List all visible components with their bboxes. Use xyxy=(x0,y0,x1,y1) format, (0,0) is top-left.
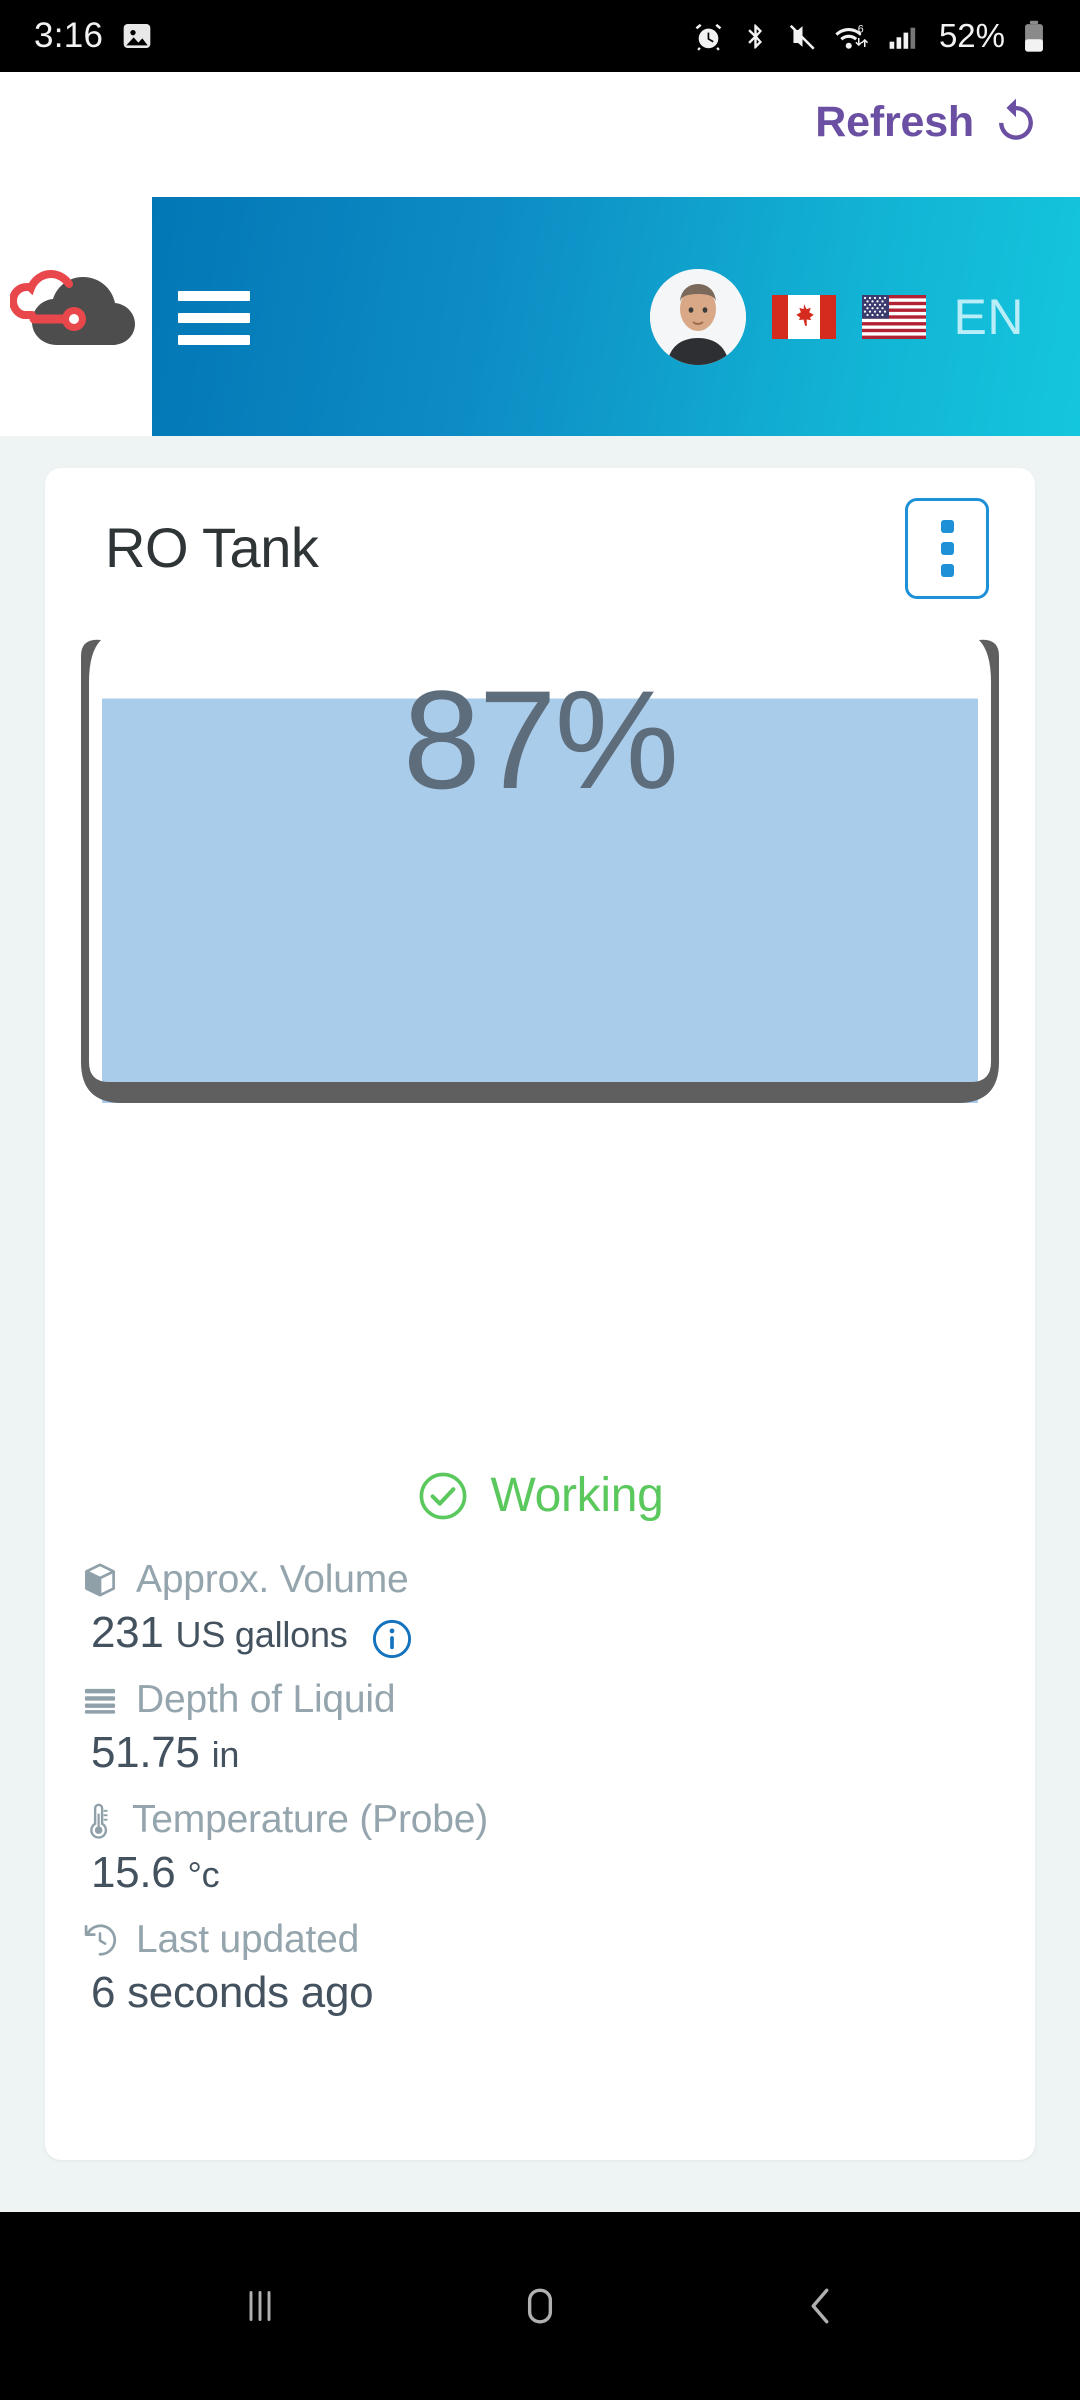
check-circle-icon xyxy=(420,1472,467,1519)
tank-card: RO Tank 87% Working Approx. Volume 231 U… xyxy=(45,468,1035,2160)
cloud-logo xyxy=(10,269,135,345)
metric-label: Last updated xyxy=(136,1918,360,1961)
metric-label: Depth of Liquid xyxy=(136,1678,396,1721)
tank-level-gauge xyxy=(81,639,999,1103)
android-status-bar: 3:16 6 52% xyxy=(0,0,1080,72)
page-title: RO Tank xyxy=(105,516,319,579)
status-bar-clock: 3:16 xyxy=(34,16,104,55)
battery-icon xyxy=(1025,20,1043,52)
metric-value: 6 seconds ago xyxy=(91,1968,374,2017)
metrics-list: Approx. Volume 231 US gallons Depth of L… xyxy=(63,1552,1013,2032)
app-header: EN xyxy=(0,197,1080,436)
hamburger-bar-1 xyxy=(178,291,250,301)
canada-flag[interactable] xyxy=(771,294,836,340)
wifi-6-icon: 6 xyxy=(835,23,869,49)
metric-label-row: Approx. Volume xyxy=(63,1552,1013,1608)
refresh-icon xyxy=(999,98,1033,140)
recents-button[interactable] xyxy=(200,2251,320,2361)
header-right-controls: EN xyxy=(649,197,1024,436)
status-bar-left: 3:16 xyxy=(34,16,153,56)
cellular-signal-icon xyxy=(889,27,916,49)
recents-icon xyxy=(249,2291,271,2321)
kebab-dot-3 xyxy=(940,564,954,577)
kebab-dot-1 xyxy=(940,520,954,533)
language-selector[interactable]: EN xyxy=(954,288,1024,346)
back-icon xyxy=(811,2288,829,2324)
metric-value: 15.6 xyxy=(91,1848,176,1897)
metric-label: Approx. Volume xyxy=(136,1558,409,1601)
cube-icon xyxy=(85,1563,115,1597)
metric-unit: in xyxy=(211,1734,240,1775)
svg-text:6: 6 xyxy=(858,23,864,35)
usa-flag[interactable] xyxy=(861,294,926,340)
avatar-image xyxy=(649,268,746,365)
image-notification-icon xyxy=(123,24,151,48)
layers-icon xyxy=(84,1688,116,1714)
status-bar-right: 6 52% xyxy=(693,17,1046,55)
metric-value: 51.75 xyxy=(91,1728,200,1777)
kebab-menu-icon[interactable] xyxy=(905,498,989,599)
kebab-dot-2 xyxy=(940,542,954,555)
avatar[interactable] xyxy=(649,268,746,365)
bluetooth-icon xyxy=(748,23,762,49)
metric-unit: US gallons xyxy=(175,1614,348,1655)
metric-label-row: Depth of Liquid xyxy=(63,1672,1013,1728)
status-text: Working xyxy=(490,1469,664,1522)
android-nav-bar xyxy=(0,2212,1080,2400)
metric-depth-of-liquid: Depth of Liquid 51.75 in xyxy=(63,1672,1013,1790)
metric-temperature-probe: Temperature (Probe) 15.6 °c xyxy=(63,1792,1013,1910)
alarm-icon xyxy=(695,23,722,51)
metric-last-updated: Last updated 6 seconds ago xyxy=(63,1912,1013,2030)
metric-label-row: Last updated xyxy=(63,1912,1013,1968)
back-button[interactable] xyxy=(760,2251,880,2361)
metric-value-row: 51.75 in xyxy=(63,1728,1013,1790)
metric-value-row: 6 seconds ago xyxy=(63,1968,1013,2030)
metric-approx-volume: Approx. Volume 231 US gallons xyxy=(63,1552,1013,1670)
thermometer-icon xyxy=(90,1803,108,1839)
refresh-button[interactable]: Refresh xyxy=(803,86,1054,158)
home-button[interactable] xyxy=(480,2251,600,2361)
info-icon[interactable] xyxy=(370,1617,414,1661)
battery-percent-label: 52% xyxy=(938,17,1005,54)
metric-label: Temperature (Probe) xyxy=(132,1798,489,1841)
hamburger-bar-3 xyxy=(178,335,250,345)
refresh-strip: Refresh xyxy=(0,72,1080,197)
metric-value-row: 231 US gallons xyxy=(63,1608,1013,1670)
hamburger-bar-2 xyxy=(178,313,250,323)
refresh-label: Refresh xyxy=(815,97,974,146)
card-header: RO Tank xyxy=(45,468,1035,628)
page-body: RO Tank 87% Working Approx. Volume 231 U… xyxy=(0,436,1080,2352)
home-icon xyxy=(527,2288,553,2324)
hamburger-menu-icon[interactable] xyxy=(178,287,250,349)
mute-icon xyxy=(789,24,815,50)
metric-unit: °c xyxy=(187,1854,220,1895)
history-icon xyxy=(84,1924,117,1956)
status-badge: Working xyxy=(45,1468,1035,1523)
metric-value: 231 xyxy=(91,1608,164,1657)
metric-value-row: 15.6 °c xyxy=(63,1848,1013,1910)
metric-label-row: Temperature (Probe) xyxy=(63,1792,1013,1848)
